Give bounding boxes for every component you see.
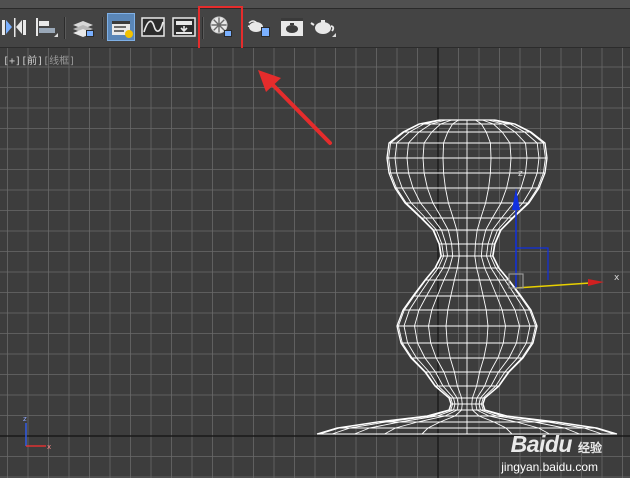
transform-gizmo: x z	[508, 169, 620, 289]
svg-text:x: x	[47, 443, 51, 451]
layer-icon	[73, 21, 94, 37]
viewport-grid	[0, 48, 630, 478]
viewport-canvas: x z z x	[0, 48, 630, 478]
baidu-watermark-url: jingyan.baidu.com	[501, 460, 598, 474]
gizmo-x-axis	[515, 282, 591, 289]
scene-explorer-icon	[112, 21, 133, 38]
front-viewport[interactable]: x z z x [+][前][线框] Baidu 经验 jingyan.baidu…	[0, 48, 630, 478]
align-button[interactable]	[32, 13, 60, 41]
gizmo-z-label: z	[518, 169, 523, 179]
wireframe-vase	[316, 119, 618, 435]
scene-explorer-button[interactable]	[107, 13, 135, 41]
gizmo-x-label: x	[614, 273, 620, 283]
gizmo-plane-handle	[516, 247, 549, 280]
align-icon	[36, 18, 58, 37]
teapot-icon	[310, 20, 336, 37]
world-axis-tripod: z x	[23, 415, 51, 451]
baidu-jingyan-label: 经验	[577, 441, 602, 455]
render-setup-button[interactable]	[245, 13, 273, 41]
gizmo-z-arrow	[512, 188, 520, 210]
schematic-icon	[172, 17, 196, 37]
svg-text:z: z	[23, 415, 27, 423]
viewport-menu-plus[interactable]: [+]	[3, 56, 21, 67]
layer-manager-button[interactable]	[70, 13, 98, 41]
curve-editor-icon	[141, 17, 165, 37]
main-toolbar	[0, 9, 630, 48]
baidu-logo: Baidu	[510, 431, 573, 457]
mirror-button[interactable]	[0, 13, 28, 41]
mirror-icon	[2, 18, 26, 37]
schematic-view-button[interactable]	[170, 13, 198, 41]
rendered-frame-icon	[281, 18, 303, 36]
viewport-shading-label[interactable]: [线框]	[43, 56, 75, 67]
viewport-view-label[interactable]: [前]	[21, 56, 43, 67]
render-setup-icon	[247, 20, 270, 37]
render-production-button[interactable]	[310, 13, 338, 41]
rendered-frame-window-button[interactable]	[278, 13, 306, 41]
title-strip	[0, 0, 630, 9]
viewport-label: [+][前][线框]	[3, 52, 75, 67]
curve-editor-button[interactable]	[139, 13, 167, 41]
annotation-arrow	[258, 70, 332, 145]
baidu-watermark: Baidu 经验	[511, 431, 602, 458]
